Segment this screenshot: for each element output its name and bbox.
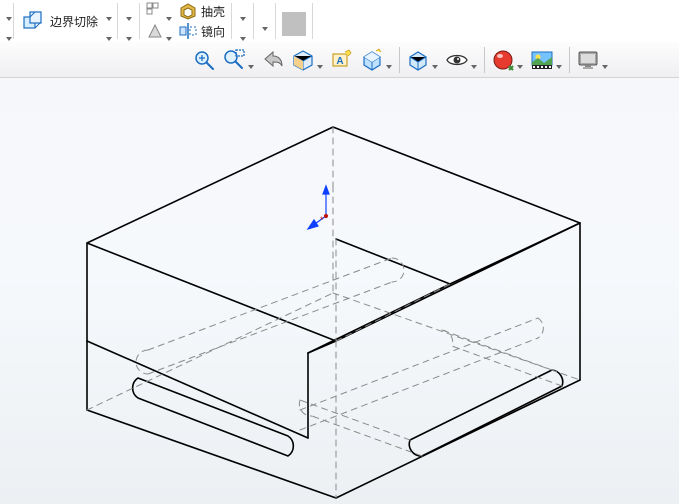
view-orientation-icon xyxy=(360,48,384,72)
model-drawing: * xyxy=(0,78,679,504)
dropdown-arrow[interactable] xyxy=(4,19,13,44)
model-viewport[interactable]: * xyxy=(0,78,679,504)
zoom-fit-icon xyxy=(192,48,216,72)
previous-view-button[interactable] xyxy=(259,45,287,75)
dropdown-arrow[interactable] xyxy=(124,19,133,44)
boundary-cut-button[interactable]: 边界切除 xyxy=(18,5,102,37)
draft-icon xyxy=(146,22,164,40)
boundary-cut-icon xyxy=(22,9,46,33)
view-toolbar: A xyxy=(0,42,679,78)
dropdown-arrow[interactable] xyxy=(104,19,113,44)
dropdown-arrow[interactable] xyxy=(238,19,247,44)
ref-geometry-group xyxy=(238,0,247,42)
display-style-button[interactable] xyxy=(404,45,441,75)
display-style-icon xyxy=(406,48,430,72)
origin-marker: * xyxy=(308,186,329,229)
dropdown-arrow[interactable] xyxy=(164,19,173,44)
section-view-icon xyxy=(291,48,315,72)
mirror-icon xyxy=(179,22,197,40)
scene-icon xyxy=(530,48,554,72)
material-swatch[interactable] xyxy=(282,12,306,36)
linear-pattern-icon xyxy=(146,2,164,20)
appearance-icon xyxy=(491,48,515,72)
mirror-label: 镜向 xyxy=(201,23,225,40)
dynamic-annotation-icon: A xyxy=(330,48,354,72)
ribbon-row: 边界切除 xyxy=(0,0,679,43)
scene-button[interactable] xyxy=(528,45,565,75)
boundary-cut-label: 边界切除 xyxy=(50,13,98,30)
dropdown-arrow[interactable] xyxy=(260,9,269,34)
dropdown-arrow[interactable] xyxy=(469,47,478,72)
hide-show-icon xyxy=(445,48,469,72)
fillet-group xyxy=(124,0,133,42)
app-root: 边界切除 xyxy=(0,0,679,504)
dropdown-arrow[interactable] xyxy=(554,47,563,72)
dropdown-arrow[interactable] xyxy=(315,47,324,72)
pattern-group xyxy=(146,0,173,42)
svg-text:A: A xyxy=(336,56,343,67)
render-icon xyxy=(576,48,600,72)
render-button[interactable] xyxy=(574,45,611,75)
appearance-button[interactable] xyxy=(489,45,526,75)
shell-label: 抽壳 xyxy=(201,3,225,20)
hide-show-button[interactable] xyxy=(443,45,480,75)
mirror-button[interactable]: 镜向 xyxy=(179,21,225,41)
dropdown-arrow[interactable] xyxy=(430,47,439,72)
shell-icon xyxy=(179,2,197,20)
dropdown-arrow[interactable] xyxy=(246,47,255,72)
dynamic-annotation-button[interactable]: A xyxy=(328,45,356,75)
section-view-button[interactable] xyxy=(289,45,326,75)
zoom-window-icon xyxy=(222,48,246,72)
shell-button[interactable]: 抽壳 xyxy=(179,1,225,21)
view-orientation-button[interactable] xyxy=(358,45,395,75)
split-group-left xyxy=(4,0,13,42)
dropdown-arrow[interactable] xyxy=(384,47,393,72)
dropdown-arrow[interactable] xyxy=(515,47,524,72)
zoom-fit-button[interactable] xyxy=(190,45,218,75)
curve-group xyxy=(260,0,269,42)
zoom-window-button[interactable] xyxy=(220,45,257,75)
dropdown-arrow[interactable] xyxy=(600,47,609,72)
previous-view-icon xyxy=(261,48,285,72)
svg-text:*: * xyxy=(320,215,324,225)
